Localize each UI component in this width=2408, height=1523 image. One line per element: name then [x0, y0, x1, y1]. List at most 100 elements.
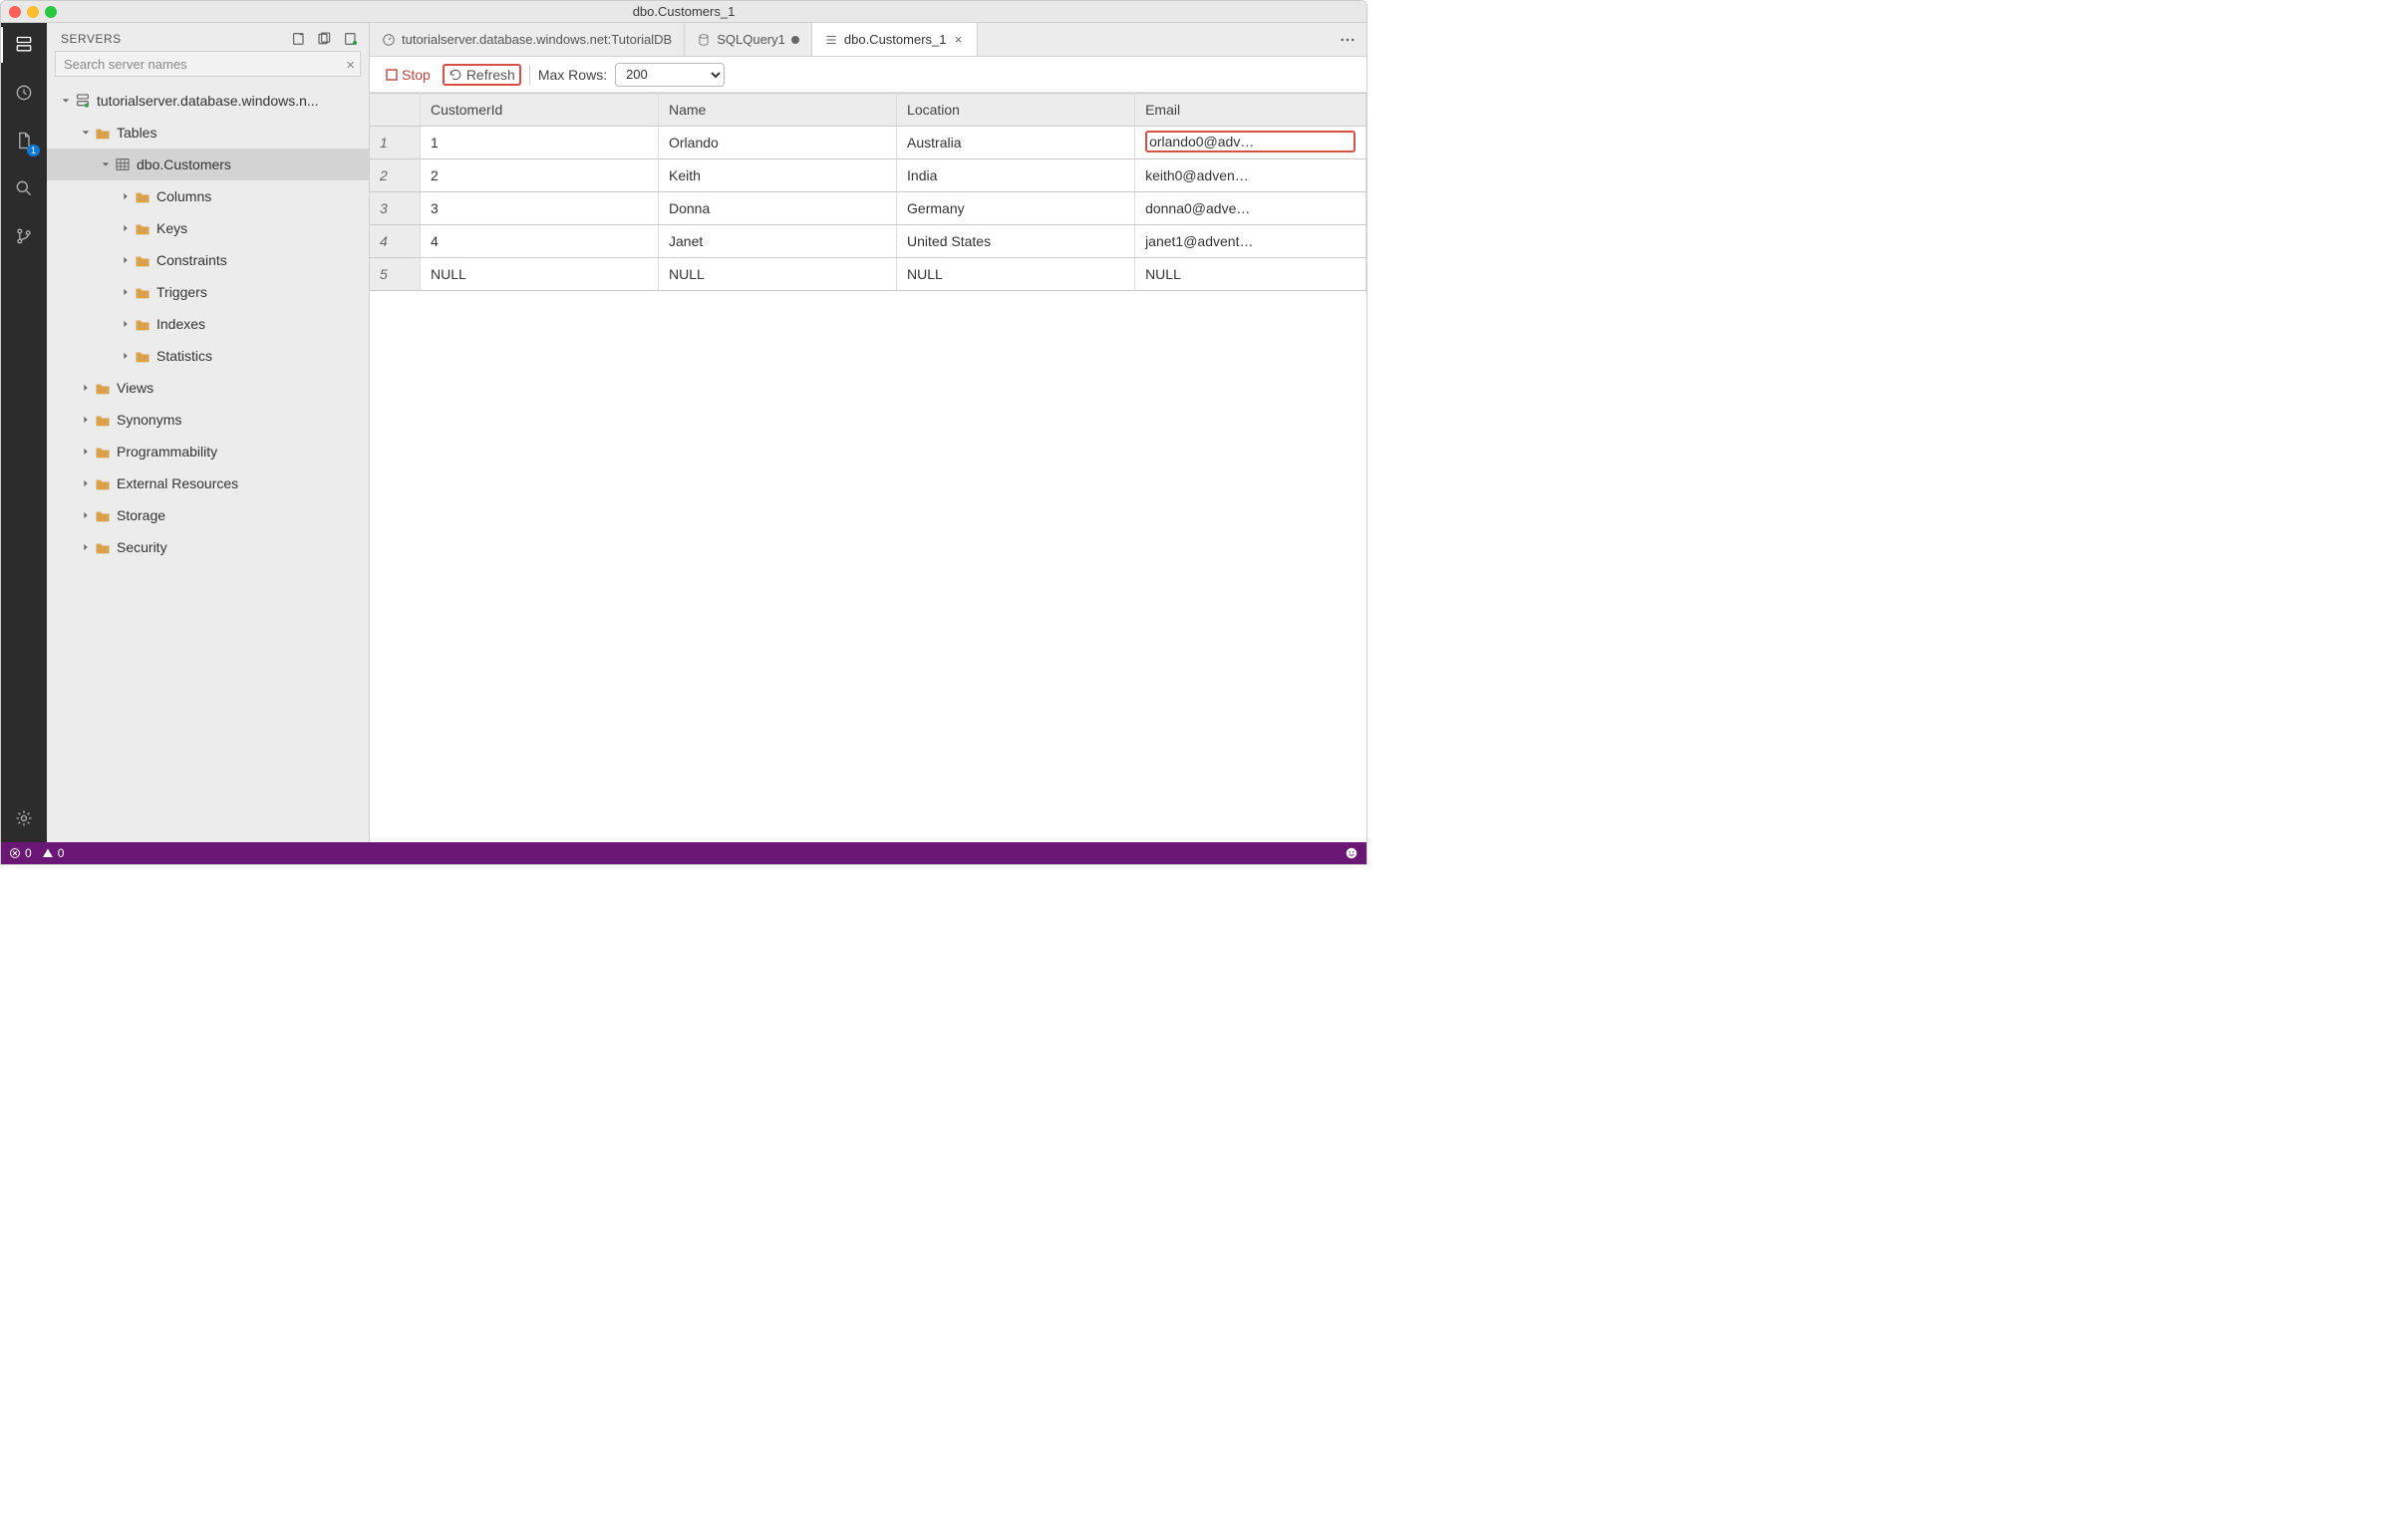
tree-node[interactable]: Storage — [47, 499, 369, 531]
table-cell[interactable]: Orlando — [659, 127, 897, 159]
status-bar: 0 0 — [1, 842, 1366, 864]
chevron-down-icon — [61, 96, 71, 106]
activity-settings[interactable] — [10, 804, 38, 832]
table-cell[interactable]: 2 — [420, 159, 658, 192]
status-warnings[interactable]: 0 — [42, 846, 65, 860]
results-grid: CustomerIdNameLocationEmail11OrlandoAust… — [370, 93, 1366, 842]
server-icon — [14, 35, 34, 55]
data-table[interactable]: CustomerIdNameLocationEmail11OrlandoAust… — [370, 93, 1366, 291]
table-cell[interactable]: Germany — [897, 192, 1135, 225]
table-cell[interactable]: 1 — [420, 127, 658, 159]
column-header[interactable]: Email — [1135, 94, 1366, 127]
search-input[interactable] — [55, 51, 361, 77]
table-cell[interactable]: 3 — [420, 192, 658, 225]
tree-node-label: Tables — [117, 125, 156, 141]
tree-node[interactable]: Constraints — [47, 244, 369, 276]
tab-label: SQLQuery1 — [717, 32, 785, 47]
window-controls — [9, 6, 57, 18]
column-header[interactable]: CustomerId — [420, 94, 658, 127]
table-row[interactable]: 44JanetUnited Statesjanet1@advent… — [370, 225, 1366, 258]
table-cell[interactable]: NULL — [897, 258, 1135, 291]
activity-task-history[interactable] — [10, 79, 38, 107]
tree-node[interactable]: Security — [47, 531, 369, 563]
tree-node[interactable]: Synonyms — [47, 404, 369, 436]
refresh-button[interactable]: Refresh — [443, 64, 521, 86]
tab-label: dbo.Customers_1 — [844, 32, 947, 47]
chevron-right-icon — [121, 191, 131, 201]
tree-node[interactable]: External Resources — [47, 467, 369, 499]
activity-search[interactable] — [10, 174, 38, 202]
table-cell[interactable]: Janet — [659, 225, 897, 258]
tree-node[interactable]: Programmability — [47, 436, 369, 467]
result-icon — [824, 33, 838, 47]
chevron-right-icon — [121, 223, 131, 233]
chevron-right-icon — [81, 478, 91, 488]
column-header[interactable]: Name — [659, 94, 897, 127]
row-number: 5 — [370, 258, 420, 291]
table-cell[interactable]: India — [897, 159, 1135, 192]
chevron-right-icon — [81, 542, 91, 552]
tree-node-label: Views — [117, 380, 153, 396]
tree-node[interactable]: Statistics — [47, 340, 369, 372]
tree-node[interactable]: tutorialserver.database.windows.n... — [47, 85, 369, 117]
table-cell[interactable]: NULL — [420, 258, 658, 291]
editor-tab[interactable]: tutorialserver.database.windows.net:Tuto… — [370, 23, 685, 56]
tree-node[interactable]: Keys — [47, 212, 369, 244]
minimize-window-button[interactable] — [27, 6, 39, 18]
folder-icon — [135, 188, 150, 204]
folder-icon — [95, 507, 111, 523]
editor-tab[interactable]: SQLQuery1 — [685, 23, 812, 56]
tree-node[interactable]: Triggers — [47, 276, 369, 308]
clear-search-icon[interactable]: × — [346, 57, 355, 74]
table-cell[interactable]: donna0@adve… — [1135, 192, 1366, 225]
folder-icon — [135, 284, 150, 300]
table-cell[interactable]: janet1@advent… — [1135, 225, 1366, 258]
close-window-button[interactable] — [9, 6, 21, 18]
activity-explorer[interactable]: 1 — [10, 127, 38, 154]
table-cell[interactable]: Donna — [659, 192, 897, 225]
table-row[interactable]: 11OrlandoAustraliaorlando0@adv… — [370, 127, 1366, 159]
stop-button[interactable]: Stop — [382, 65, 435, 85]
table-cell[interactable]: keith0@adven… — [1135, 159, 1366, 192]
activity-source-control[interactable] — [10, 222, 38, 250]
table-cell[interactable]: NULL — [1135, 258, 1366, 291]
column-header[interactable]: Location — [897, 94, 1135, 127]
editor-tab[interactable]: dbo.Customers_1 × — [812, 23, 978, 56]
more-icon — [1339, 31, 1356, 49]
status-feedback[interactable] — [1345, 846, 1358, 860]
tree-node[interactable]: Columns — [47, 180, 369, 212]
explorer-badge: 1 — [27, 145, 40, 156]
max-rows-select[interactable]: 200 — [615, 63, 725, 87]
folder-icon — [95, 380, 111, 396]
new-server-group-button[interactable] — [317, 31, 333, 47]
activity-servers[interactable] — [10, 31, 38, 59]
new-connection-button[interactable] — [291, 31, 307, 47]
status-errors[interactable]: 0 — [9, 846, 32, 860]
table-row[interactable]: 5NULLNULLNULLNULL — [370, 258, 1366, 291]
table-cell[interactable]: 4 — [420, 225, 658, 258]
refresh-icon — [449, 68, 462, 82]
tree-node[interactable]: Tables — [47, 117, 369, 149]
table-cell[interactable]: orlando0@adv… — [1135, 127, 1366, 159]
table-cell[interactable]: Keith — [659, 159, 897, 192]
table-row[interactable]: 33DonnaGermanydonna0@adve… — [370, 192, 1366, 225]
tab-bar: tutorialserver.database.windows.net:Tuto… — [370, 23, 1366, 57]
stop-icon — [386, 69, 398, 81]
tree-node[interactable]: dbo.Customers — [47, 149, 369, 180]
tree-node[interactable]: Views — [47, 372, 369, 404]
table-row[interactable]: 22KeithIndiakeith0@adven… — [370, 159, 1366, 192]
table-cell[interactable]: NULL — [659, 258, 897, 291]
max-rows-label: Max Rows: — [538, 67, 607, 83]
tree-node-label: Keys — [156, 220, 187, 236]
chevron-right-icon — [121, 255, 131, 265]
maximize-window-button[interactable] — [45, 6, 57, 18]
table-cell[interactable]: Australia — [897, 127, 1135, 159]
tree-node-label: Indexes — [156, 316, 205, 332]
show-active-connections-button[interactable] — [343, 31, 359, 47]
table-cell[interactable]: United States — [897, 225, 1135, 258]
server-icon — [75, 93, 91, 109]
results-toolbar: Stop Refresh Max Rows: 200 — [370, 57, 1366, 93]
tree-node[interactable]: Indexes — [47, 308, 369, 340]
tab-more-button[interactable] — [1329, 23, 1366, 56]
close-icon[interactable]: × — [953, 34, 965, 46]
